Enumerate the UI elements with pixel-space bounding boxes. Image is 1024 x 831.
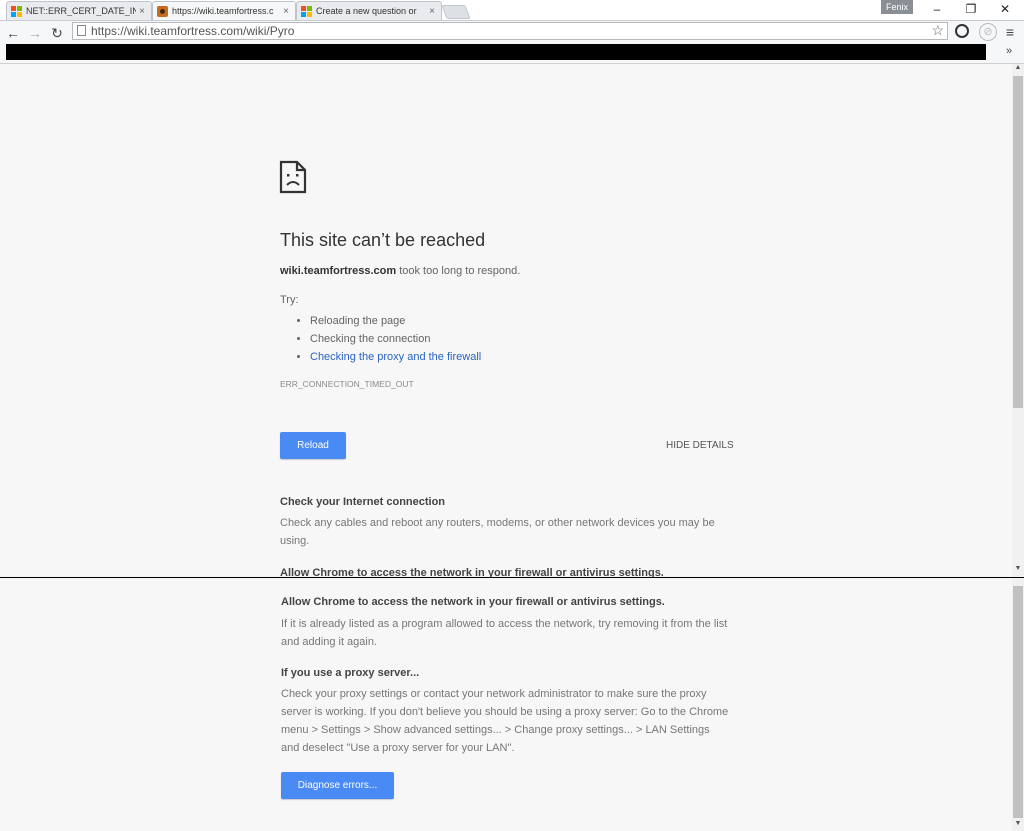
user-profile-button[interactable]: Fenix: [881, 0, 913, 14]
tab-title: NET::ERR_CERT_DATE_IN: [26, 6, 136, 16]
tab-close-icon[interactable]: ×: [426, 6, 438, 17]
scroll-down-icon[interactable]: ▼: [1013, 820, 1023, 827]
forward-button[interactable]: →: [26, 24, 44, 42]
suggestion-item: Reloading the page: [310, 312, 481, 330]
new-tab-button[interactable]: [441, 5, 471, 19]
url-text[interactable]: https://wiki.teamfortress.com/wiki/Pyro: [91, 24, 294, 38]
bookmark-star-icon[interactable]: ☆: [931, 22, 944, 39]
suggestions: Try: Reloading the page Checking the con…: [280, 294, 481, 366]
block-extension-icon[interactable]: ⊘: [979, 23, 997, 41]
tab-title: Create a new question or: [316, 6, 417, 16]
hide-details-button[interactable]: HIDE DETAILS: [666, 440, 734, 451]
error-host: wiki.teamfortress.com: [280, 265, 397, 277]
windows-logo-icon: [11, 5, 22, 17]
reload-page-button[interactable]: Reload: [280, 432, 346, 459]
section-body: Check your proxy settings or contact you…: [281, 688, 729, 754]
redacted-bookmarks: [6, 44, 986, 60]
tab-title: https://wiki.teamfortress.c: [172, 6, 274, 16]
section-heading: Allow Chrome to access the network in yo…: [281, 596, 665, 608]
tab-close-icon[interactable]: ×: [280, 6, 292, 17]
sad-document-icon: [279, 160, 307, 194]
bookmarks-overflow-button[interactable]: »: [1006, 45, 1012, 57]
tab-close-icon[interactable]: ×: [136, 6, 148, 17]
scrollbar-thumb[interactable]: [1013, 76, 1023, 408]
suggestion-item: Checking the connection: [310, 330, 481, 348]
error-message-text: took too long to respond.: [396, 265, 521, 277]
address-bar[interactable]: https://wiki.teamfortress.com/wiki/Pyro …: [72, 22, 948, 40]
error-page-bottom: Allow Chrome to access the network in yo…: [0, 578, 1024, 831]
error-page-top: This site can’t be reached wiki.teamfort…: [0, 64, 1024, 577]
error-message: wiki.teamfortress.com took too long to r…: [280, 265, 520, 277]
opera-extension-icon[interactable]: [955, 24, 969, 38]
minimize-button[interactable]: –: [922, 0, 952, 18]
reload-button[interactable]: ↻: [48, 24, 66, 42]
close-window-button[interactable]: ✕: [990, 0, 1020, 18]
scroll-down-icon[interactable]: ▼: [1013, 565, 1023, 572]
suggestion-item[interactable]: Checking the proxy and the firewall: [310, 348, 481, 366]
scrollbar-thumb[interactable]: [1013, 586, 1023, 818]
error-title: This site can’t be reached: [280, 230, 486, 250]
tf2-favicon-icon: [157, 5, 168, 17]
tab-teamfortress-wiki[interactable]: https://wiki.teamfortress.c ×: [152, 1, 296, 20]
section-body: Check any cables and reboot any routers,…: [280, 517, 715, 547]
diagnose-errors-button[interactable]: Diagnose errors...: [281, 772, 394, 799]
bookmarks-bar: »: [0, 44, 1024, 64]
scroll-up-icon[interactable]: ▲: [1013, 64, 1023, 71]
proxy-firewall-link[interactable]: Checking the proxy and the firewall: [310, 351, 481, 363]
tab-cert-error[interactable]: NET::ERR_CERT_DATE_IN ×: [6, 1, 152, 20]
page-icon: [77, 25, 86, 36]
tab-strip: NET::ERR_CERT_DATE_IN × https://wiki.tea…: [0, 0, 1024, 20]
error-code: ERR_CONNECTION_TIMED_OUT: [280, 379, 414, 389]
try-label: Try:: [280, 294, 299, 306]
restore-button[interactable]: ❐: [956, 0, 986, 18]
tab-create-question[interactable]: Create a new question or ×: [296, 1, 442, 20]
chrome-menu-button[interactable]: ≡: [1000, 21, 1020, 43]
section-body: If it is already listed as a program all…: [281, 618, 728, 648]
section-heading: Check your Internet connection: [280, 496, 446, 508]
section-heading: If you use a proxy server...: [281, 667, 420, 679]
section-heading: Allow Chrome to access the network in yo…: [280, 567, 664, 577]
windows-logo-icon: [301, 5, 312, 17]
back-button[interactable]: ←: [4, 24, 22, 42]
